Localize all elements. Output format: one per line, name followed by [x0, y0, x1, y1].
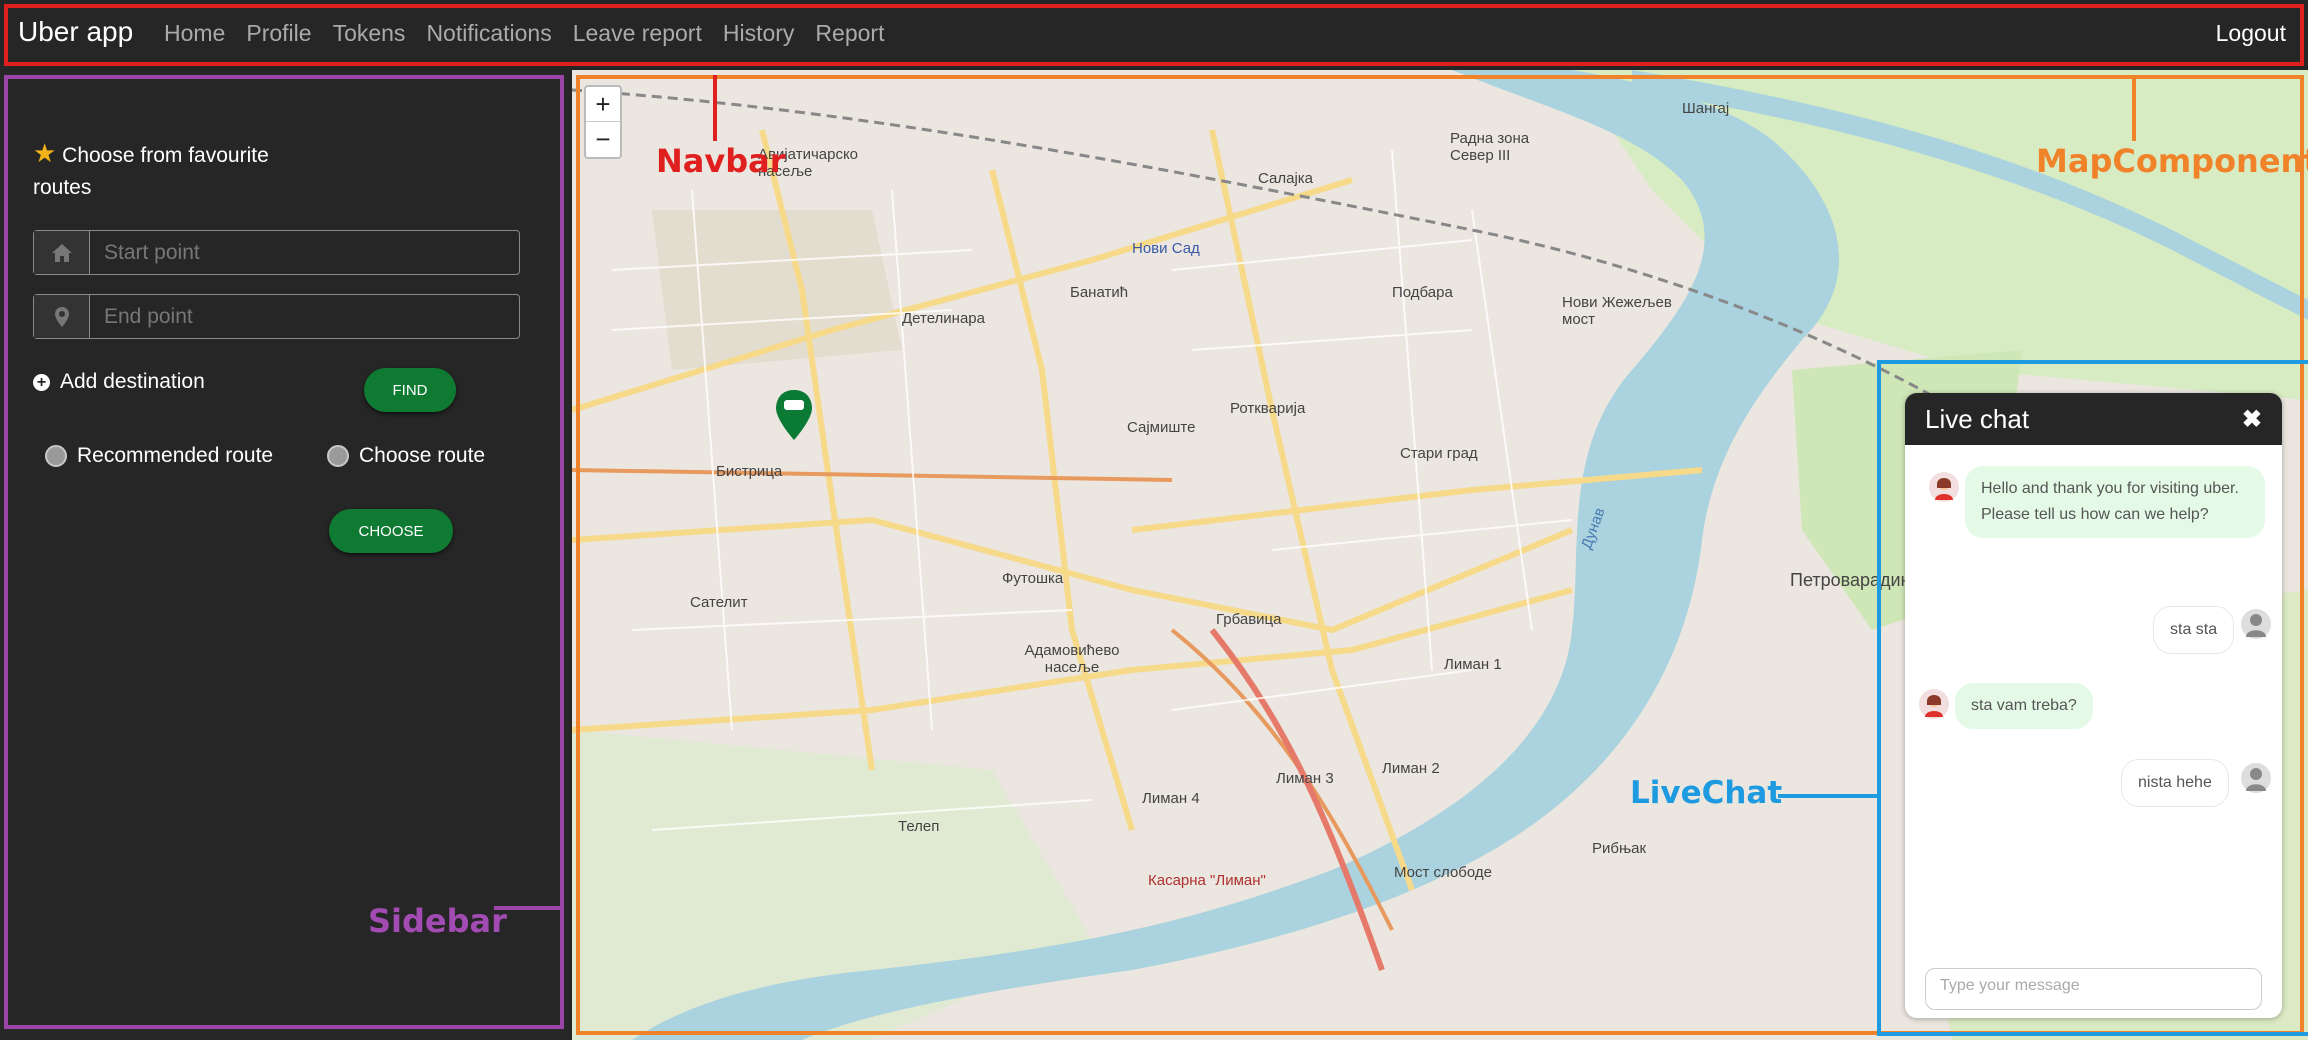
map-label: Мост слободе — [1394, 864, 1493, 881]
chat-title: Live chat — [1925, 403, 2030, 434]
choose-button[interactable]: CHOOSE — [329, 509, 453, 553]
user-avatar — [2241, 609, 2271, 639]
sidebar-annotation-outline — [4, 75, 564, 1029]
support-avatar — [1929, 472, 1959, 502]
zoom-out-button[interactable]: − — [586, 122, 620, 157]
map-label: Футошка — [1002, 570, 1064, 587]
live-chat-panel: Live chat ✖ Hello and thank you for visi… — [1905, 393, 2282, 1018]
close-icon[interactable]: ✖ — [2242, 405, 2262, 434]
chat-message-incoming: Hello and thank you for visiting uber. P… — [1965, 466, 2265, 538]
star-icon: ★ — [33, 138, 57, 168]
map-label: Лиман 4 — [1142, 790, 1200, 807]
add-destination-button[interactable]: + Add destination — [33, 370, 205, 394]
map-label: Адамовићево насеље — [1024, 642, 1120, 676]
find-button[interactable]: FIND — [364, 368, 456, 412]
navbar-annotation-line — [713, 75, 717, 141]
recommended-route-radio[interactable]: Recommended route — [45, 444, 273, 468]
nav-link-profile[interactable]: Profile — [246, 20, 311, 47]
nav-link-tokens[interactable]: Tokens — [333, 20, 406, 47]
recommended-route-label: Recommended route — [77, 444, 274, 467]
radio-circle — [327, 445, 349, 467]
map-label: Банатић — [1070, 284, 1129, 301]
add-destination-label: Add destination — [60, 370, 205, 393]
map-label: Детелинара — [902, 310, 985, 327]
nav-link-notifications[interactable]: Notifications — [426, 20, 551, 47]
map-label: Телеп — [898, 818, 940, 835]
nav-link-home[interactable]: Home — [164, 20, 225, 47]
radio-circle — [45, 445, 67, 467]
choose-route-radio[interactable]: Choose route — [327, 444, 485, 468]
chat-header: Live chat ✖ — [1905, 393, 2282, 445]
zoom-control: + − — [584, 85, 622, 159]
sidebar-annotation-line — [494, 906, 560, 910]
map-label: Сателит — [690, 594, 748, 611]
favourite-routes-label: Choose from favourite routes — [33, 144, 269, 199]
chat-message-outgoing: nista hehe — [2121, 759, 2229, 807]
map-label: Подбара — [1392, 284, 1453, 301]
map-label: Лиман 1 — [1444, 656, 1502, 673]
navbar: Uber app Home Profile Tokens Notificatio… — [0, 0, 2308, 70]
map-marker-icon — [34, 295, 90, 338]
map-label: Бистрица — [716, 463, 783, 480]
map-label: Стари град — [1400, 445, 1478, 462]
map-label: Лиман 2 — [1382, 760, 1440, 777]
zoom-in-button[interactable]: + — [586, 87, 620, 122]
end-point-field — [33, 294, 520, 339]
user-avatar — [2241, 763, 2271, 793]
navbar-annotation-label: Navbar — [656, 142, 786, 180]
map-label: Нови Сад — [1132, 240, 1200, 257]
map-annotation-line — [2132, 75, 2136, 141]
home-icon — [34, 231, 90, 274]
end-point-input[interactable] — [90, 295, 519, 338]
map-label: Касарна "Лиман" — [1148, 872, 1266, 889]
map-label: Лиман 3 — [1276, 770, 1334, 787]
nav-links: Home Profile Tokens Notifications Leave … — [164, 20, 905, 47]
map-label: Сајмиште — [1127, 419, 1196, 436]
support-avatar — [1919, 689, 1949, 719]
map-label: Шангај — [1682, 100, 1730, 117]
map-label: Нови Жежељев мост — [1562, 294, 1672, 328]
nav-link-report[interactable]: Report — [815, 20, 884, 47]
chat-message-input[interactable]: Type your message — [1925, 968, 2262, 1010]
logout-link[interactable]: Logout — [2216, 20, 2286, 47]
map-label: Радна зона Север III — [1450, 130, 1530, 164]
favourite-routes-link[interactable]: ★ Choose from favourite routes — [33, 137, 313, 204]
brand-logo[interactable]: Uber app — [18, 16, 133, 48]
map-label: Ротквариjа — [1230, 400, 1306, 417]
sidebar: ★ Choose from favourite routes + Add des… — [0, 70, 572, 1040]
map-annotation-label: MapComponent — [2036, 142, 2308, 180]
nav-link-history[interactable]: History — [723, 20, 795, 47]
plus-circle-icon: + — [33, 373, 50, 391]
map-label: Грбавица — [1216, 611, 1282, 628]
chat-annotation-label: LiveChat — [1630, 775, 1783, 811]
choose-route-label: Choose route — [359, 444, 486, 467]
start-point-input[interactable] — [90, 231, 519, 274]
nav-link-leave-report[interactable]: Leave report — [573, 20, 702, 47]
sidebar-annotation-label: Sidebar — [368, 902, 507, 940]
chat-annotation-line — [1778, 794, 1878, 798]
chat-message-outgoing: sta sta — [2153, 606, 2235, 654]
chat-message-incoming: sta vam treba? — [1955, 683, 2093, 729]
map-label: Салајка — [1258, 170, 1314, 187]
start-point-field — [33, 230, 520, 275]
map-label: Рибњак — [1592, 840, 1647, 857]
